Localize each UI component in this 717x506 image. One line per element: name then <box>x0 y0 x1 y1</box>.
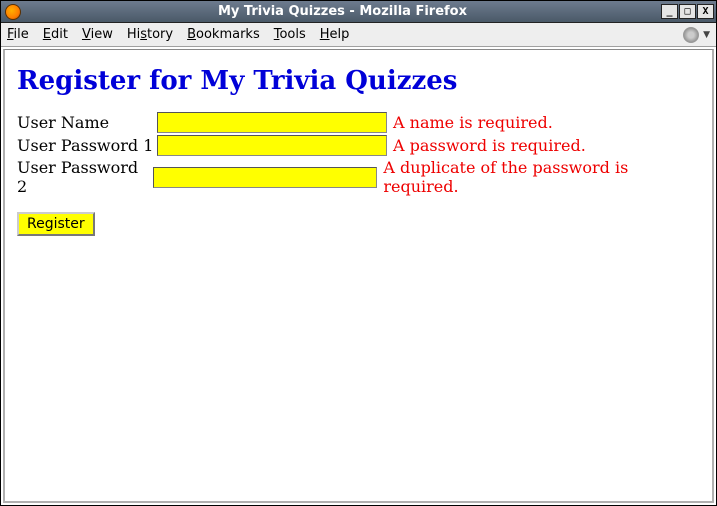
form-row-password1: User Password 1 A password is required. <box>17 135 700 156</box>
password2-input[interactable] <box>153 167 377 188</box>
menu-bookmarks[interactable]: Bookmarks <box>187 27 260 42</box>
password1-input[interactable] <box>157 135 387 156</box>
password1-label: User Password 1 <box>17 136 157 155</box>
password2-label: User Password 2 <box>17 158 153 196</box>
username-error: A name is required. <box>393 113 553 132</box>
password2-error: A duplicate of the password is required. <box>383 158 700 196</box>
maximize-button[interactable]: □ <box>679 4 696 19</box>
form-row-username: User Name A name is required. <box>17 112 700 133</box>
form-row-password2: User Password 2 A duplicate of the passw… <box>17 158 700 196</box>
username-label: User Name <box>17 113 157 132</box>
menubar: File Edit View History Bookmarks Tools H… <box>1 23 716 47</box>
page-content: Register for My Trivia Quizzes User Name… <box>3 49 714 503</box>
titlebar: My Trivia Quizzes - Mozilla Firefox _ □ … <box>1 1 716 23</box>
menu-view[interactable]: View <box>82 27 113 42</box>
page-heading: Register for My Trivia Quizzes <box>17 66 700 96</box>
firefox-icon <box>5 4 21 20</box>
menu-file[interactable]: File <box>7 27 29 42</box>
menu-tools[interactable]: Tools <box>274 27 306 42</box>
window-title: My Trivia Quizzes - Mozilla Firefox <box>25 4 660 19</box>
chevron-down-icon[interactable]: ▼ <box>703 30 710 40</box>
password1-error: A password is required. <box>393 136 586 155</box>
window-controls: _ □ X <box>660 4 714 19</box>
minimize-button[interactable]: _ <box>661 4 678 19</box>
throbber-icon <box>683 27 699 43</box>
menu-help[interactable]: Help <box>320 27 350 42</box>
menu-history[interactable]: History <box>127 27 173 42</box>
menu-edit[interactable]: Edit <box>43 27 68 42</box>
close-button[interactable]: X <box>697 4 714 19</box>
browser-window: My Trivia Quizzes - Mozilla Firefox _ □ … <box>0 0 717 506</box>
register-button[interactable]: Register <box>17 212 95 236</box>
submit-row: Register <box>17 212 700 236</box>
username-input[interactable] <box>157 112 387 133</box>
